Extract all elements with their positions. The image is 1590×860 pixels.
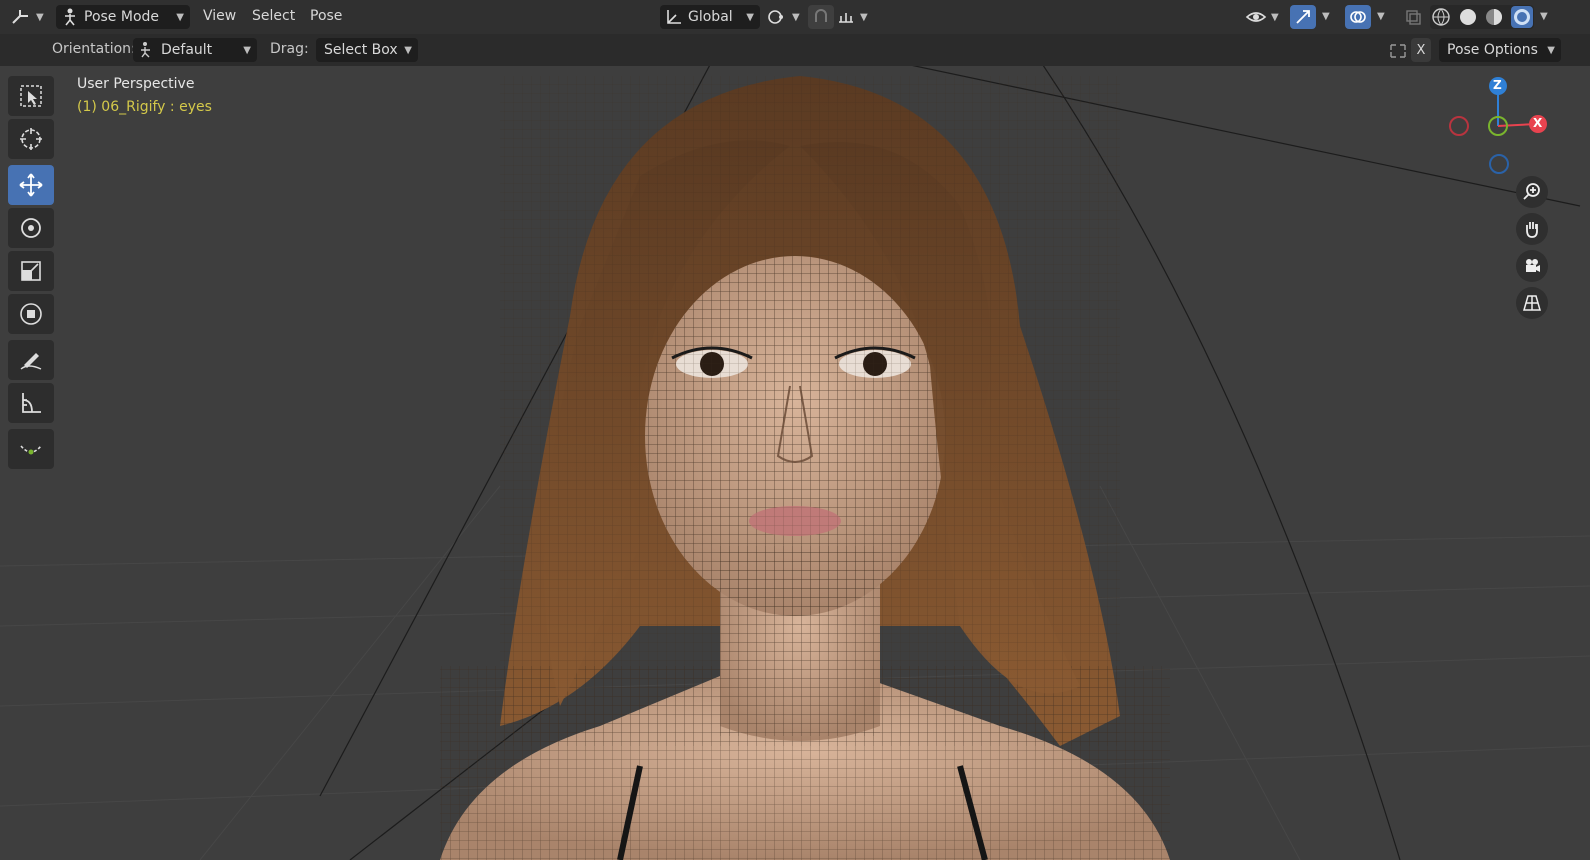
orientation-default-icon: [141, 42, 150, 58]
drag-dropdown[interactable]: Select Box ▼: [316, 38, 418, 62]
transform-icon: [20, 303, 42, 325]
editor-type-icon: [12, 10, 28, 24]
mode-dropdown[interactable]: Pose Mode ▼: [56, 5, 190, 29]
viewport-scene: [0, 66, 1590, 860]
visibility-dropdown[interactable]: ▼: [1245, 5, 1285, 29]
pivot-dropdown[interactable]: ▼: [766, 5, 802, 29]
gizmo-dropdown[interactable]: ▼: [1322, 11, 1330, 22]
transform-orientation-label: Global: [688, 9, 733, 25]
rendered-shading-icon[interactable]: [1510, 6, 1533, 28]
shading-dropdown[interactable]: ▼: [1540, 11, 1548, 22]
x-mirror-toggle[interactable]: X: [1411, 38, 1431, 62]
bone-roll-icon: [20, 445, 42, 455]
xmirror-icon[interactable]: [1388, 42, 1408, 64]
pose-options-dropdown[interactable]: Pose Options ▼: [1439, 38, 1561, 62]
tool-shelf: [8, 76, 56, 472]
3d-viewport[interactable]: User Perspective (1) 06_Rigify : eyes Z …: [0, 66, 1590, 860]
wireframe-shading-icon[interactable]: [1431, 7, 1451, 27]
orientation-dropdown[interactable]: Default ▼: [133, 38, 257, 62]
menu-pose[interactable]: Pose: [310, 8, 342, 24]
x-mirror-label: X: [1416, 42, 1426, 58]
overlay-icon: [1350, 11, 1366, 23]
transform-orientation-icon: [667, 10, 681, 24]
scale-icon: [21, 261, 41, 281]
material-shading-icon[interactable]: [1484, 7, 1504, 27]
viewport-header: ▼ Pose Mode ▼ View Select Pose Global ▼ …: [0, 0, 1590, 35]
bone-roll-tool[interactable]: [8, 429, 54, 469]
move-tool[interactable]: [8, 165, 54, 205]
xray-toggle[interactable]: [1400, 5, 1426, 29]
snap-target-dropdown[interactable]: ▼: [836, 5, 874, 29]
cursor-icon: [20, 128, 42, 150]
visibility-icon: [1245, 12, 1267, 22]
pose-mode-icon: [65, 8, 75, 26]
object-info: (1) 06_Rigify : eyes: [77, 99, 212, 115]
gizmo-toggle[interactable]: [1290, 5, 1316, 29]
annotate-icon: [20, 353, 42, 370]
gizmo-z-label: Z: [1493, 78, 1502, 92]
perspective-toggle-button[interactable]: [1516, 287, 1548, 319]
gizmo-x-label: X: [1533, 116, 1543, 130]
zoom-button[interactable]: [1516, 176, 1548, 208]
pivot-icon: [768, 10, 783, 24]
proportional-icon: [839, 13, 853, 23]
orientation-value: Default: [161, 42, 213, 58]
transform-tool[interactable]: [8, 294, 54, 334]
select-box-tool[interactable]: [8, 76, 54, 116]
overlay-dropdown[interactable]: ▼: [1377, 11, 1385, 22]
menu-select[interactable]: Select: [252, 8, 295, 24]
grid-perspective-icon: [1523, 295, 1541, 311]
transform-orientation-dropdown[interactable]: Global ▼: [660, 5, 760, 29]
overlay-toggle[interactable]: [1345, 5, 1371, 29]
camera-view-button[interactable]: [1516, 250, 1548, 282]
view-name: User Perspective: [77, 76, 195, 92]
menu-view[interactable]: View: [203, 8, 236, 24]
mode-label: Pose Mode: [84, 9, 160, 25]
drag-label: Drag:: [270, 41, 309, 57]
measure-tool[interactable]: [8, 383, 54, 423]
tool-settings-header: Orientation: Default ▼ Drag: Select Box …: [0, 34, 1590, 66]
drag-value: Select Box: [324, 42, 398, 58]
scale-tool[interactable]: [8, 251, 54, 291]
editor-type-button[interactable]: ▼: [10, 5, 48, 29]
annotate-tool[interactable]: [8, 340, 54, 380]
rotate-icon: [21, 218, 41, 238]
camera-icon: [1526, 259, 1540, 272]
move-icon: [19, 173, 43, 197]
hand-icon: [1526, 222, 1538, 238]
orientation-label: Orientation:: [52, 41, 136, 57]
select-box-icon: [20, 85, 42, 107]
shading-mode-group: [1430, 5, 1534, 29]
cursor-tool[interactable]: [8, 119, 54, 159]
snap-toggle[interactable]: [808, 5, 834, 29]
zoom-icon: [1523, 183, 1540, 200]
gizmo-icon: [1296, 10, 1310, 24]
snap-icon: [815, 9, 827, 22]
xray-icon: [1406, 10, 1421, 25]
solid-shading-icon[interactable]: [1458, 7, 1478, 27]
pose-options-label: Pose Options: [1447, 42, 1538, 58]
pan-button[interactable]: [1516, 213, 1548, 245]
measure-icon: [22, 393, 41, 413]
rotate-tool[interactable]: [8, 208, 54, 248]
